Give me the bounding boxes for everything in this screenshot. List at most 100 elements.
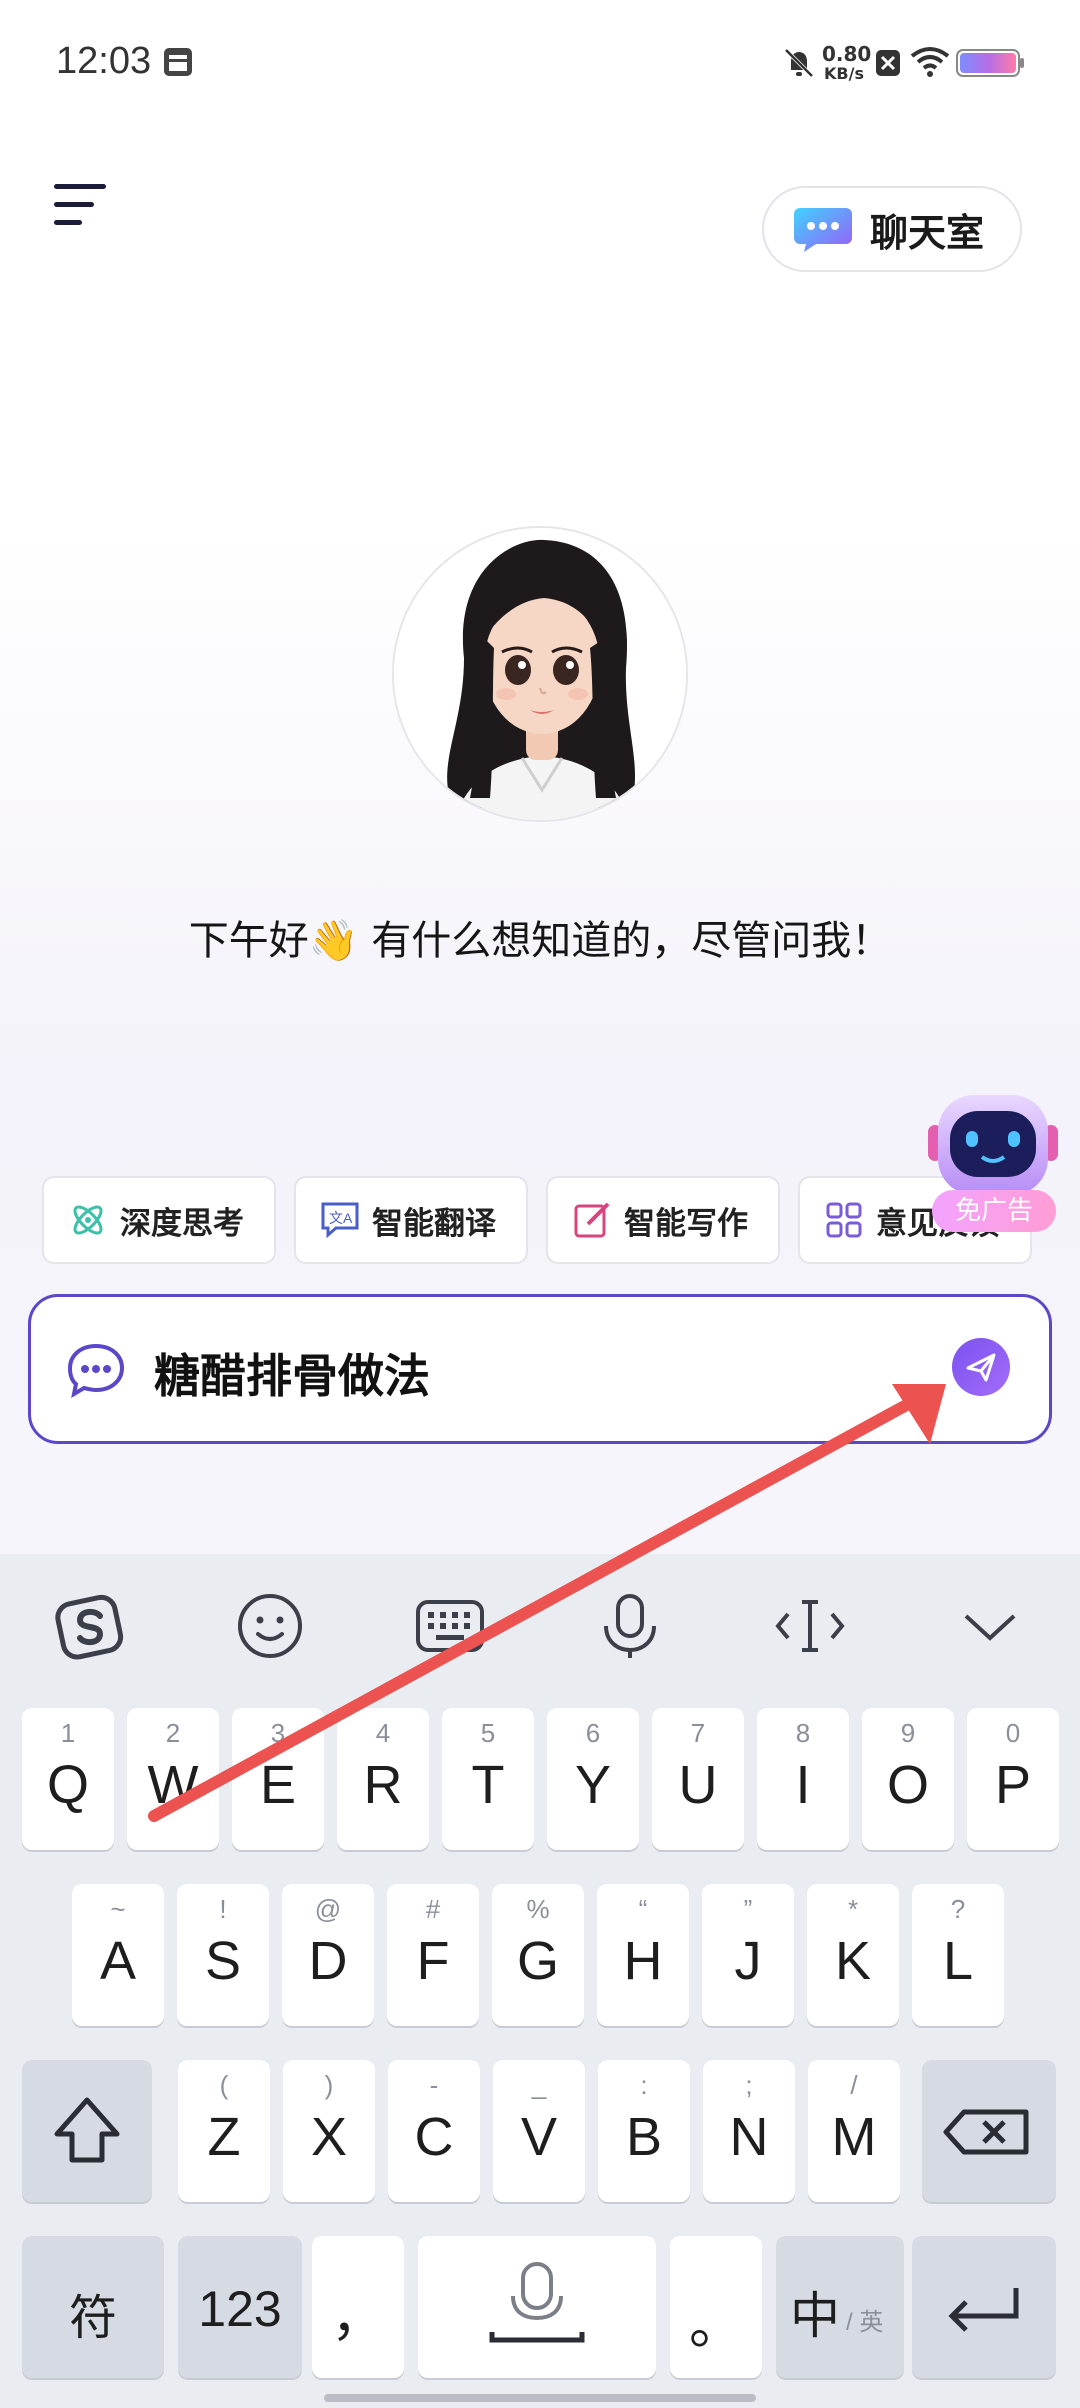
language-key-sub: / 英 xyxy=(846,2309,884,2336)
assistant-avatar xyxy=(392,526,688,822)
chip-smart-writing[interactable]: 智能写作 xyxy=(546,1176,780,1264)
numbers-key[interactable]: 123 xyxy=(178,2236,302,2378)
key-p[interactable]: 0P xyxy=(967,1708,1059,1850)
key-i[interactable]: 8I xyxy=(757,1708,849,1850)
network-speed-value: 0.80 xyxy=(822,42,872,66)
emoji-icon[interactable] xyxy=(234,1590,306,1662)
sim-blocked-icon xyxy=(876,50,900,76)
send-button[interactable] xyxy=(952,1338,1010,1396)
collapse-icon[interactable] xyxy=(954,1590,1026,1662)
chip-label: 智能写作 xyxy=(624,1205,748,1242)
atom-icon xyxy=(73,1205,103,1235)
key-secondary-label: @ xyxy=(314,1894,342,1924)
key-label: K xyxy=(834,1931,872,1991)
microphone-icon[interactable] xyxy=(594,1590,666,1662)
ad-free-badge[interactable]: 免广告 xyxy=(932,1190,1056,1232)
comma-key-label: ， xyxy=(331,2287,385,2347)
key-secondary-label: - xyxy=(429,2070,439,2100)
key-secondary-label: 7 xyxy=(690,1718,706,1748)
key-y[interactable]: 6Y xyxy=(547,1708,639,1850)
assistant-portrait xyxy=(394,528,686,820)
key-label: L xyxy=(942,1931,974,1991)
send-icon xyxy=(966,1353,996,1382)
key-f[interactable]: # F xyxy=(387,1884,479,2026)
key-m[interactable]: / M xyxy=(808,2060,900,2202)
key-n[interactable]: ; N xyxy=(703,2060,795,2202)
key-label: E xyxy=(259,1755,297,1815)
chat-bubble-icon xyxy=(794,208,852,252)
space-key[interactable] xyxy=(418,2236,656,2378)
notification-icon xyxy=(164,48,192,76)
key-s[interactable]: ! S xyxy=(177,1884,269,2026)
battery-icon xyxy=(956,49,1024,77)
key-u[interactable]: 7U xyxy=(652,1708,744,1850)
period-key[interactable]: 。 xyxy=(670,2236,762,2378)
key-z[interactable]: (Z xyxy=(178,2060,270,2202)
language-key[interactable]: 中 / 英 xyxy=(776,2236,904,2378)
key-d[interactable]: @ D xyxy=(282,1884,374,2026)
language-key-main: 中 xyxy=(790,2288,840,2344)
keyboard-icon[interactable] xyxy=(414,1590,486,1662)
key-c[interactable]: -C xyxy=(388,2060,480,2202)
wifi-icon xyxy=(910,47,950,77)
key-secondary-label: ( xyxy=(219,2070,229,2100)
chip-deep-thinking[interactable]: 深度思考 xyxy=(42,1176,276,1264)
key-label: Y xyxy=(574,1755,612,1815)
key-label: G xyxy=(516,1931,559,1991)
key-label: H xyxy=(623,1931,663,1991)
svg-text:文A: 文A xyxy=(329,1210,353,1226)
greeting-text: 下午好👋 有什么想知道的，尽管问我！ xyxy=(188,918,892,964)
chip-smart-translate[interactable]: 文A 智能翻译 xyxy=(294,1176,528,1264)
key-b[interactable]: :B xyxy=(598,2060,690,2202)
home-indicator[interactable] xyxy=(324,2394,756,2402)
key-o[interactable]: 9O xyxy=(862,1708,954,1850)
key-label: A xyxy=(99,1931,137,1991)
key-r[interactable]: 4R xyxy=(337,1708,429,1850)
key-secondary-label: ) xyxy=(324,2070,334,2100)
key-secondary-label: ~ xyxy=(110,1894,126,1924)
comma-key[interactable]: ， xyxy=(312,2236,404,2378)
symbols-key[interactable]: 符 xyxy=(22,2236,164,2378)
chat-room-button[interactable]: 聊天室 xyxy=(762,186,1022,272)
key-secondary-label: % xyxy=(526,1894,550,1924)
status-time: 12:03 xyxy=(56,40,152,82)
chip-label: 深度思考 xyxy=(120,1205,244,1242)
key-label: B xyxy=(625,2107,663,2167)
key-v[interactable]: _ V xyxy=(493,2060,585,2202)
cursor-icon[interactable] xyxy=(774,1590,846,1662)
menu-button[interactable] xyxy=(54,182,108,228)
key-label: S xyxy=(204,1931,242,1991)
chat-input-value[interactable]: 糖醋排骨做法 xyxy=(154,1340,430,1406)
grid-icon xyxy=(826,1202,862,1238)
key-w[interactable]: 2W xyxy=(127,1708,219,1850)
numbers-key-label: 123 xyxy=(198,2281,282,2337)
network-speed-unit: KB/s xyxy=(824,64,864,83)
key-a[interactable]: ~ A xyxy=(72,1884,164,2026)
key-j[interactable]: ” J xyxy=(702,1884,794,2026)
key-secondary-label: 3 xyxy=(270,1718,286,1748)
key-label: J xyxy=(734,1931,762,1991)
key-label: P xyxy=(994,1755,1032,1815)
key-secondary-label: : xyxy=(640,2070,648,2100)
key-label: Z xyxy=(207,2107,241,2167)
key-l[interactable]: ? L xyxy=(912,1884,1004,2026)
shift-key[interactable] xyxy=(22,2060,152,2202)
key-e[interactable]: 3E xyxy=(232,1708,324,1850)
key-secondary-label: ! xyxy=(219,1894,227,1924)
enter-key[interactable] xyxy=(912,2236,1056,2378)
backspace-key[interactable] xyxy=(922,2060,1056,2202)
sogou-logo-icon[interactable] xyxy=(54,1590,126,1662)
space-voice-icon xyxy=(489,2262,585,2343)
key-secondary-label: / xyxy=(850,2070,858,2100)
key-secondary-label: 5 xyxy=(480,1718,496,1748)
key-k[interactable]: * K xyxy=(807,1884,899,2026)
key-t[interactable]: 5T xyxy=(442,1708,534,1850)
key-g[interactable]: % G xyxy=(492,1884,584,2026)
key-label: Q xyxy=(46,1755,89,1815)
key-secondary-label: 0 xyxy=(1005,1718,1021,1748)
key-q[interactable]: 1Q xyxy=(22,1708,114,1850)
key-x[interactable]: ) X xyxy=(283,2060,375,2202)
key-label: X xyxy=(310,2107,348,2167)
key-secondary-label: # xyxy=(425,1894,441,1924)
key-h[interactable]: “H xyxy=(597,1884,689,2026)
